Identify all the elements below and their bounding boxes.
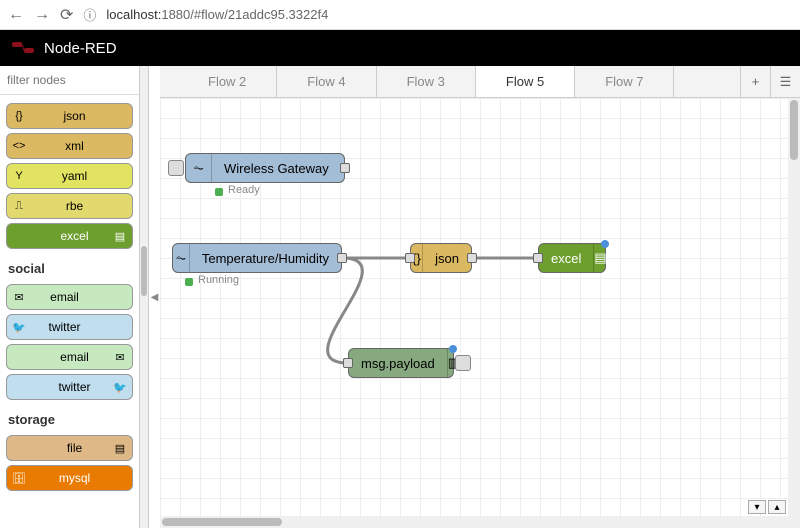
json-icon: {} xyxy=(7,104,31,128)
url-info-icon[interactable]: ⓘ xyxy=(83,5,96,24)
palette-node-json[interactable]: {}json xyxy=(6,103,133,129)
palette-search-input[interactable] xyxy=(4,70,135,90)
debug-toggle-button[interactable] xyxy=(455,355,471,371)
node-debug[interactable]: msg.payload ▥ xyxy=(348,348,454,378)
wave-icon: ⏦ xyxy=(186,154,212,182)
browser-toolbar: ← → ⟳ ⓘ localhost:1880/#flow/21addc95.33… xyxy=(0,0,800,30)
output-port[interactable] xyxy=(340,163,350,173)
category-storage[interactable]: storage xyxy=(4,404,135,431)
inject-button[interactable] xyxy=(168,160,184,176)
file-icon: ▤ xyxy=(108,224,132,248)
tab-flow-3[interactable]: Flow 3 xyxy=(377,66,476,97)
status-dot xyxy=(185,278,193,286)
node-json[interactable]: {} json xyxy=(410,243,472,273)
flow-canvas[interactable]: ⏦ Wireless Gateway Ready ⏦ Temperature/H… xyxy=(160,98,800,528)
back-button[interactable]: ← xyxy=(8,6,24,24)
list-flows-button[interactable]: ☰ xyxy=(770,66,800,97)
category-social[interactable]: social xyxy=(4,253,135,280)
app-title: Node-RED xyxy=(44,40,117,57)
input-port[interactable] xyxy=(533,253,543,263)
canvas-scrollbar-horizontal[interactable] xyxy=(160,516,788,528)
output-port[interactable] xyxy=(467,253,477,263)
xml-icon: <> xyxy=(7,134,31,158)
tab-flow-7[interactable]: Flow 7 xyxy=(575,66,674,97)
app-header: Node-RED xyxy=(0,30,800,66)
changed-indicator xyxy=(449,345,457,353)
zoom-out-button[interactable]: ▾ xyxy=(748,500,766,514)
palette-node-email-out[interactable]: email✉ xyxy=(6,344,133,370)
canvas-scrollbar-vertical[interactable] xyxy=(788,98,800,528)
status-text: Ready xyxy=(228,184,260,196)
palette-node-excel[interactable]: excel▤ xyxy=(6,223,133,249)
wave-icon: ⏦ xyxy=(173,244,190,272)
palette-node-xml[interactable]: <>xml xyxy=(6,133,133,159)
status-text: Running xyxy=(198,274,239,286)
node-red-icon xyxy=(12,42,36,54)
toggle-palette-button[interactable]: ◀ xyxy=(148,66,160,528)
tab-flow-2[interactable]: Flow 2 xyxy=(178,66,277,97)
zoom-in-button[interactable]: ▴ xyxy=(768,500,786,514)
node-wireless-gateway[interactable]: ⏦ Wireless Gateway xyxy=(185,153,345,183)
twitter-icon: 🐦 xyxy=(7,315,31,339)
palette-node-email-in[interactable]: ✉email xyxy=(6,284,133,310)
flow-tabs: Flow 2 Flow 4 Flow 3 Flow 5 Flow 7 + ☰ xyxy=(160,66,800,98)
tab-flow-5[interactable]: Flow 5 xyxy=(476,66,575,97)
yaml-icon: Y xyxy=(7,164,31,188)
palette-node-twitter-in[interactable]: 🐦twitter xyxy=(6,314,133,340)
file-icon: ▤ xyxy=(593,244,606,272)
palette-sidebar: {}json <>xml Yyaml ⎍rbe excel▤ social ✉e… xyxy=(0,66,140,528)
add-flow-button[interactable]: + xyxy=(740,66,770,97)
url-bar[interactable]: localhost:1880/#flow/21addc95.3322f4 xyxy=(106,7,328,22)
input-port[interactable] xyxy=(343,358,353,368)
changed-indicator xyxy=(601,240,609,248)
palette-scrollbar[interactable] xyxy=(140,66,148,528)
file-icon: ▤ xyxy=(108,436,132,460)
reload-button[interactable]: ⟳ xyxy=(60,5,73,25)
output-port[interactable] xyxy=(337,253,347,263)
input-port[interactable] xyxy=(405,253,415,263)
rbe-icon: ⎍ xyxy=(7,194,31,218)
db-icon: 🗄 xyxy=(7,466,31,490)
palette-node-rbe[interactable]: ⎍rbe xyxy=(6,193,133,219)
node-excel[interactable]: excel ▤ xyxy=(538,243,606,273)
mail-icon: ✉ xyxy=(108,345,132,369)
palette-list: {}json <>xml Yyaml ⎍rbe excel▤ social ✉e… xyxy=(0,95,139,528)
palette-node-file[interactable]: file▤ xyxy=(6,435,133,461)
palette-node-mysql[interactable]: 🗄mysql xyxy=(6,465,133,491)
forward-button[interactable]: → xyxy=(34,6,50,24)
logo: Node-RED xyxy=(12,40,117,57)
tab-flow-4[interactable]: Flow 4 xyxy=(277,66,376,97)
mail-icon: ✉ xyxy=(7,285,31,309)
palette-node-yaml[interactable]: Yyaml xyxy=(6,163,133,189)
node-temperature-humidity[interactable]: ⏦ Temperature/Humidity xyxy=(172,243,342,273)
twitter-icon: 🐦 xyxy=(108,375,132,399)
status-dot xyxy=(215,188,223,196)
palette-node-twitter-out[interactable]: twitter🐦 xyxy=(6,374,133,400)
